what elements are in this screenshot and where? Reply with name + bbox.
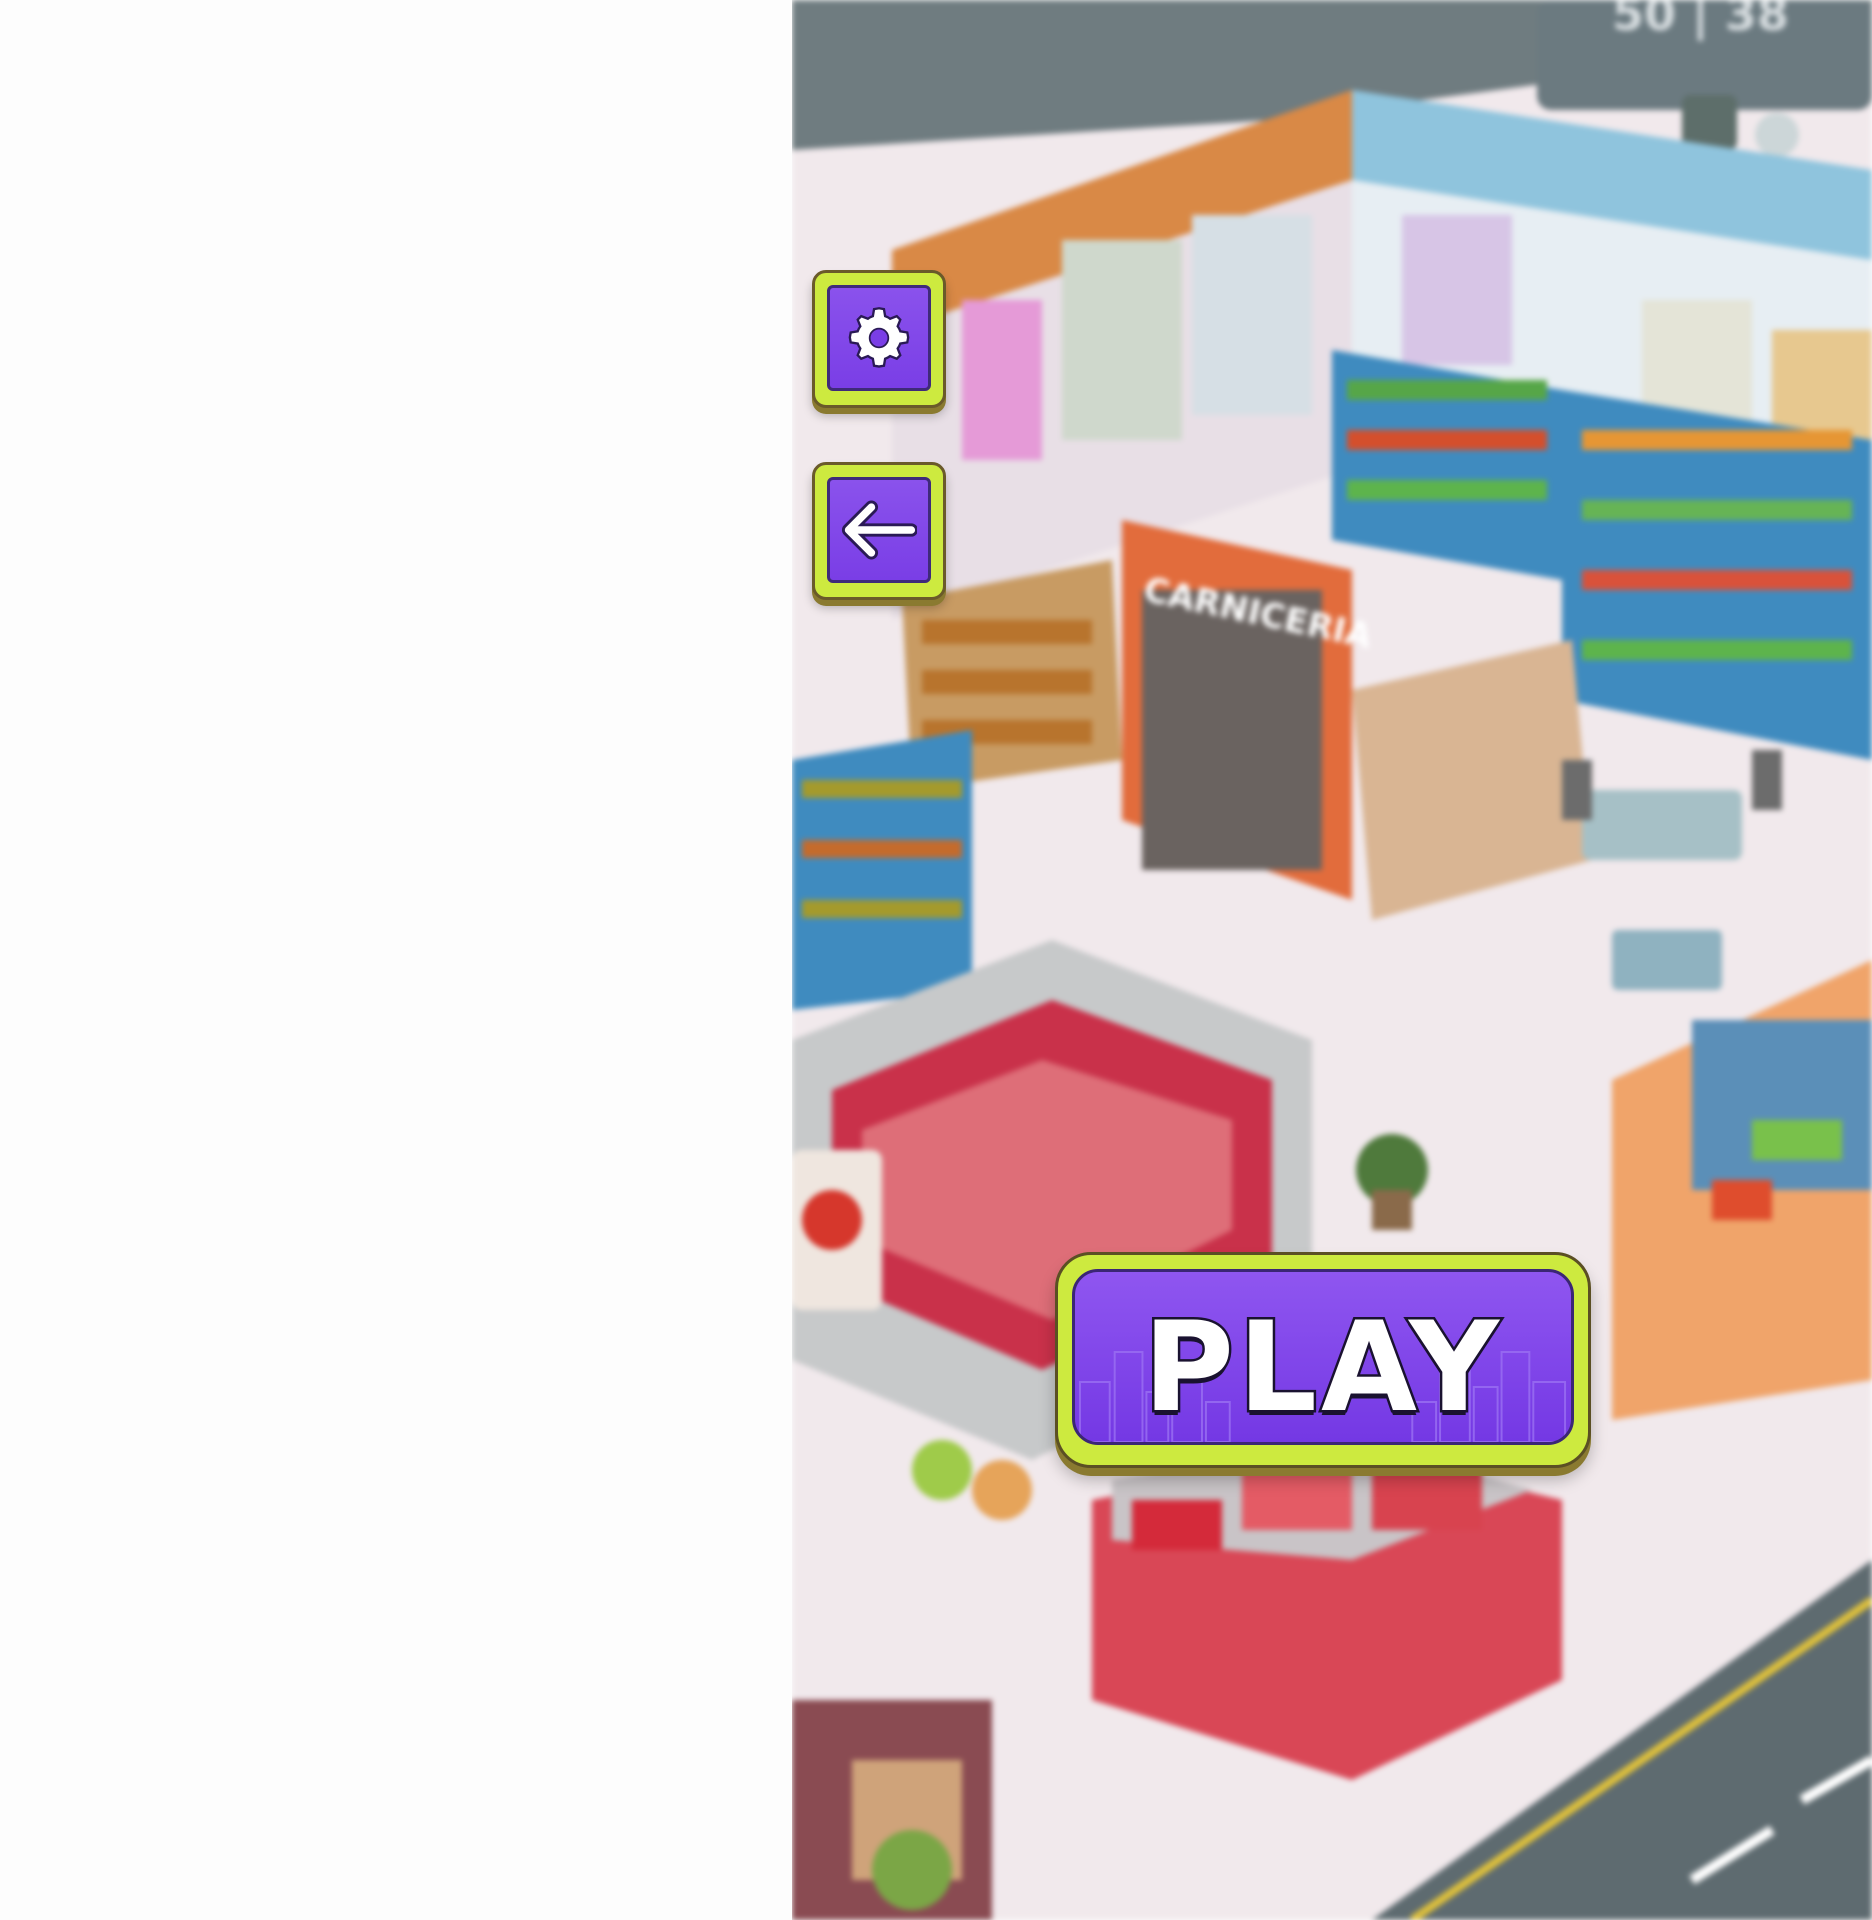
play-button-face: PLAY bbox=[1072, 1269, 1574, 1445]
play-button[interactable]: PLAY bbox=[1055, 1252, 1591, 1468]
play-label: PLAY bbox=[1141, 1296, 1503, 1440]
back-button-face bbox=[827, 477, 931, 583]
settings-button[interactable] bbox=[812, 270, 946, 408]
gear-icon bbox=[848, 307, 910, 368]
back-button[interactable] bbox=[812, 462, 946, 600]
hud-text: 50 | 38 bbox=[1612, 0, 1789, 42]
letterbox-blank bbox=[0, 0, 792, 1920]
arrow-left-icon bbox=[841, 500, 917, 560]
supermarket-background: 50 | 38 CARNICERIA bbox=[792, 0, 1872, 1920]
game-screen: 50 | 38 CARNICERIA PLAY bbox=[0, 0, 1872, 1920]
game-viewport: 50 | 38 CARNICERIA bbox=[792, 0, 1872, 1920]
settings-button-face bbox=[827, 285, 931, 391]
